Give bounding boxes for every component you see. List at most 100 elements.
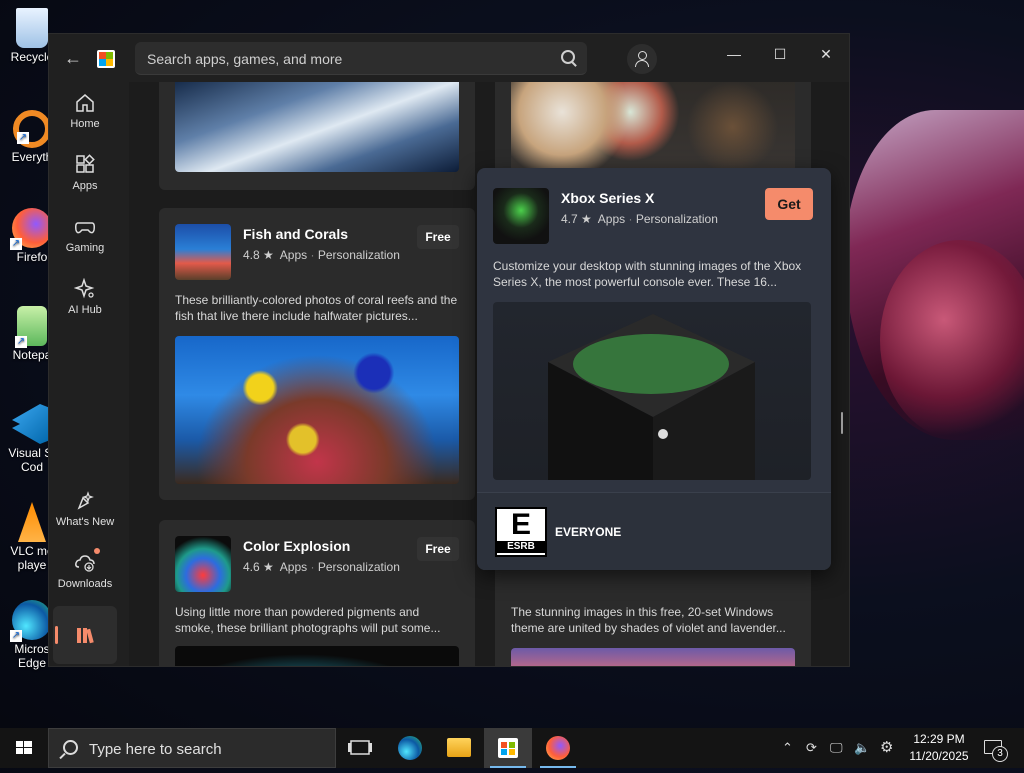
- start-button[interactable]: [0, 728, 48, 768]
- settings-gear-icon[interactable]: ⚙: [880, 738, 893, 756]
- color-explosion-image: [175, 646, 459, 666]
- taskbar-microsoft-store[interactable]: [484, 728, 532, 768]
- network-icon[interactable]: 🖵: [830, 740, 843, 756]
- maximize-icon: ☐: [773, 46, 787, 62]
- sync-status-icon[interactable]: ⟳: [806, 740, 817, 756]
- app-card-fish-and-corals[interactable]: Fish and Corals 4.8 ★ Apps · Personaliza…: [159, 208, 475, 500]
- nav-gaming-label: Gaming: [65, 242, 105, 254]
- app-description: The stunning images in this free, 20-set…: [511, 605, 786, 635]
- app-title[interactable]: Xbox Series X: [561, 190, 654, 206]
- color-explosion-thumbnail-image: [175, 536, 231, 592]
- coral-reef-image: [175, 336, 459, 484]
- nav-downloads[interactable]: Downloads: [53, 544, 117, 602]
- minimize-button[interactable]: —: [711, 38, 757, 70]
- everything-icon: ↗: [13, 110, 51, 148]
- active-indicator: [55, 626, 58, 644]
- ornaments-image: [511, 82, 795, 172]
- search-icon: [63, 740, 78, 755]
- microsoft-store-icon: [498, 738, 518, 758]
- subcategory: Personalization: [317, 248, 400, 262]
- recycle-bin-icon: [16, 8, 48, 48]
- rating-strip: E ESRB EVERYONE: [477, 492, 831, 570]
- nav-whats-new[interactable]: What's New: [53, 482, 117, 540]
- app-meta: 4.7 ★ Apps · Personalization: [561, 212, 718, 226]
- app-meta: 4.8 ★ Apps · Personalization: [243, 248, 400, 262]
- notepad-icon: ↗: [15, 306, 47, 348]
- nav-gaming[interactable]: Gaming: [53, 208, 117, 266]
- microsoft-store-window: ← — ☐ ✕ Home Apps: [48, 33, 850, 667]
- clock-date: 11/20/2025: [909, 749, 969, 763]
- search-icon[interactable]: [561, 50, 575, 64]
- xbox-console-image: [493, 302, 811, 480]
- xbox-thumbnail-image: [493, 188, 549, 244]
- minimize-icon: —: [727, 46, 741, 62]
- action-center-button[interactable]: 3: [978, 728, 1018, 768]
- folder-icon: [447, 738, 471, 757]
- app-card-xbox-series-x-expanded[interactable]: Xbox Series X 4.7 ★ Apps · Personalizati…: [477, 168, 831, 570]
- nav-ai-hub[interactable]: AI Hub: [53, 270, 117, 328]
- edge-icon: ↗: [10, 600, 52, 642]
- rating: 4.8 ★: [243, 248, 274, 262]
- show-hidden-icons-chevron-icon[interactable]: ⌃: [782, 740, 793, 756]
- esrb-org: ESRB: [497, 541, 545, 553]
- downloads-cloud-icon: [74, 548, 100, 574]
- maximize-button[interactable]: ☐: [757, 38, 803, 70]
- category: Apps: [279, 560, 308, 574]
- esrb-rating-label: EVERYONE: [555, 525, 622, 539]
- nav-apps-label: Apps: [72, 180, 98, 192]
- store-search-box[interactable]: [135, 42, 587, 76]
- library-icon: [74, 624, 96, 646]
- rating: 4.6 ★: [243, 560, 274, 574]
- nav-apps[interactable]: Apps: [53, 146, 117, 204]
- account-avatar-button[interactable]: [627, 44, 657, 74]
- task-view-button[interactable]: [336, 728, 384, 768]
- title-bar: ← — ☐ ✕: [49, 34, 849, 82]
- notification-count-badge: 3: [992, 746, 1008, 762]
- nav-downloads-label: Downloads: [57, 578, 113, 590]
- whats-new-sparkle-icon: [74, 490, 96, 512]
- free-button[interactable]: Free: [417, 537, 459, 561]
- edge-icon: [398, 736, 422, 760]
- partial-card-earth[interactable]: [159, 82, 475, 190]
- rating: 4.7 ★: [561, 212, 592, 226]
- app-title[interactable]: Fish and Corals: [243, 226, 348, 242]
- app-meta: 4.6 ★ Apps · Personalization: [243, 560, 400, 574]
- esrb-letter: E: [510, 508, 531, 541]
- firefox-icon: [546, 736, 570, 760]
- fish-thumbnail-image: [175, 224, 231, 280]
- clock[interactable]: 12:29 PM 11/20/2025: [906, 731, 972, 765]
- app-description: These brilliantly-colored photos of cora…: [175, 293, 458, 323]
- category: Apps: [597, 212, 626, 226]
- category: Apps: [279, 248, 308, 262]
- nav-home-label: Home: [70, 118, 100, 130]
- taskbar-search-box[interactable]: Type here to search: [48, 728, 336, 768]
- apps-icon: [74, 154, 96, 176]
- get-button[interactable]: Get: [765, 188, 813, 220]
- vertical-scrollbar-thumb[interactable]: [841, 412, 843, 434]
- vlc-cone-icon: [18, 502, 46, 542]
- back-button[interactable]: ←: [59, 46, 87, 70]
- shortcut-arrow-icon: ↗: [15, 336, 27, 348]
- nav-ai-hub-label: AI Hub: [68, 304, 102, 316]
- content-area: Fish and Corals 4.8 ★ Apps · Personaliza…: [129, 82, 849, 666]
- taskbar-file-explorer[interactable]: [434, 728, 482, 768]
- back-arrow-icon: ←: [64, 48, 82, 68]
- close-button[interactable]: ✕: [803, 38, 849, 70]
- free-button[interactable]: Free: [417, 225, 459, 249]
- shortcut-arrow-icon: ↗: [10, 630, 22, 642]
- volume-muted-icon[interactable]: 🔈: [854, 740, 870, 756]
- nav-whats-new-label: What's New: [55, 516, 115, 528]
- nav-library[interactable]: [53, 606, 117, 664]
- vscode-icon: [12, 404, 52, 444]
- app-card-color-explosion[interactable]: Color Explosion 4.6 ★ Apps · Personaliza…: [159, 520, 475, 666]
- nav-home[interactable]: Home: [53, 84, 117, 142]
- store-search-input[interactable]: [145, 42, 549, 76]
- taskbar-edge[interactable]: [386, 728, 434, 768]
- app-description: Customize your desktop with stunning ima…: [493, 259, 802, 289]
- microsoft-store-logo-icon: [97, 50, 115, 68]
- taskbar: Type here to search ⌃ ⟳ 🖵 🔈 ⚙ 12:29 PM 1…: [0, 728, 1024, 768]
- taskbar-firefox[interactable]: [534, 728, 582, 768]
- app-title[interactable]: Color Explosion: [243, 538, 350, 554]
- esrb-badge-icon: E ESRB: [495, 507, 547, 557]
- ai-hub-sparkle-icon: [73, 277, 96, 300]
